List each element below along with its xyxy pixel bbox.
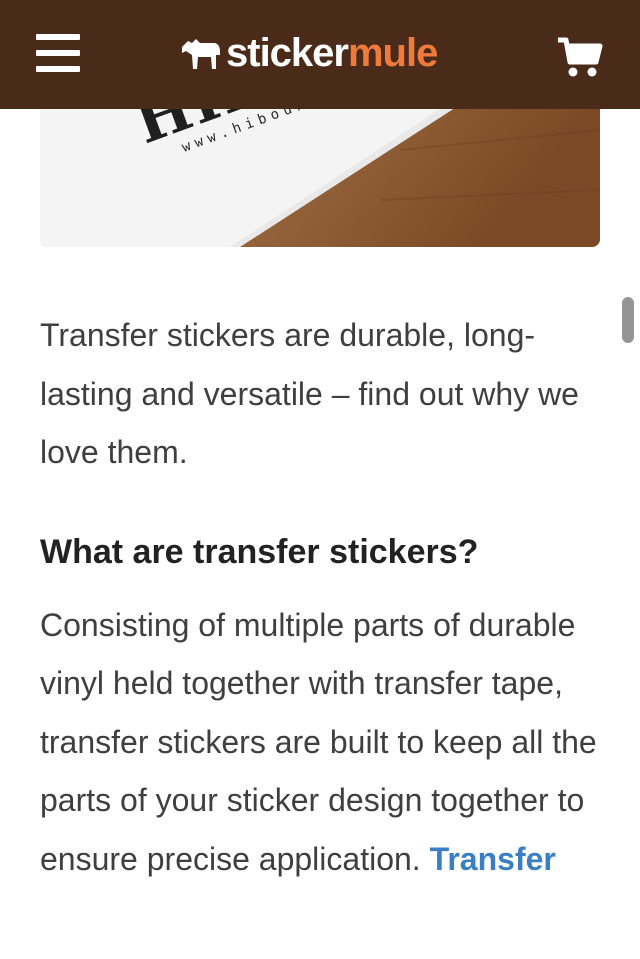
stickermule-logo[interactable]: sticker mule (178, 28, 438, 78)
hamburger-menu-icon[interactable] (36, 32, 82, 74)
top-navigation-bar: sticker mule (0, 0, 640, 109)
article-body: Consisting of multiple parts of durable … (40, 596, 600, 889)
mule-icon (182, 39, 220, 69)
logo-text-mule: mule (347, 30, 438, 75)
logo-text-sticker: sticker (226, 30, 349, 75)
scrollbar-thumb[interactable] (622, 297, 634, 343)
article-intro: Transfer stickers are durable, long-last… (40, 317, 579, 470)
transfer-link[interactable]: Transfer (430, 841, 556, 877)
article-body-text: Consisting of multiple parts of durable … (40, 606, 597, 877)
section-heading: What are transfer stickers? (40, 532, 479, 571)
article-content: Transfer stickers are durable, long-last… (40, 306, 600, 888)
shopping-cart-icon[interactable] (556, 36, 604, 80)
